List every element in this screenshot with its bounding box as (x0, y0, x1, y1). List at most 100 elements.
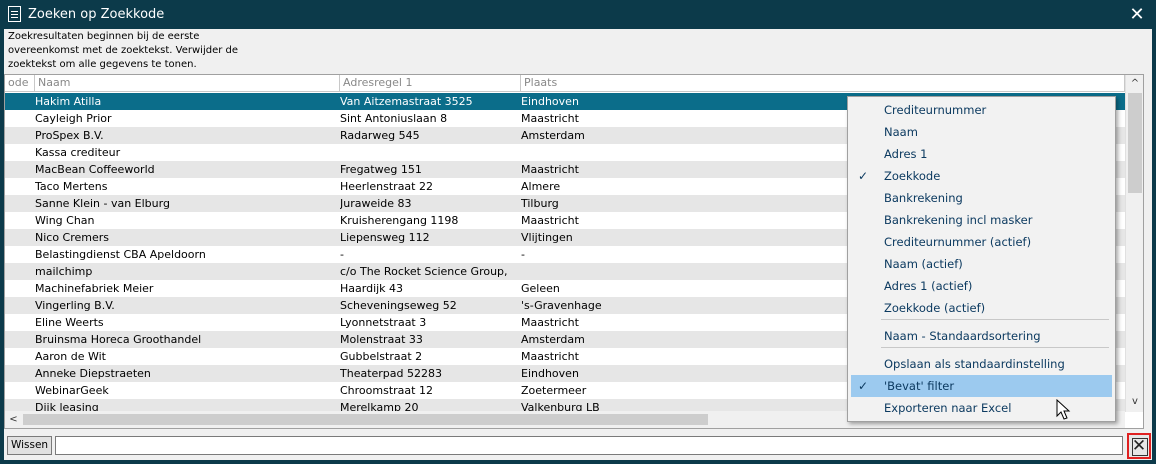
row-name: Aaron de Wit (35, 350, 106, 363)
context-menu: Crediteurnummer Naam Adres 1 ✓ Zoekkode Bankr… (847, 96, 1116, 422)
menu-item[interactable]: Bankrekening (851, 187, 1112, 209)
row-city: Almere (521, 180, 561, 193)
row-name: Eline Weerts (35, 316, 104, 329)
row-city: - (521, 248, 525, 261)
row-address: Chroomstraat 12 (340, 384, 433, 397)
menu-item-label: Crediteurnummer (actief) (884, 235, 1032, 249)
menu-item-label: Adres 1 (884, 147, 928, 161)
title-bar: Zoeken op Zoekkode ✕ (0, 0, 1156, 29)
row-address: Molenstraat 33 (340, 333, 423, 346)
row-address: Scheveningseweg 52 (340, 299, 457, 312)
row-name: Sanne Klein - van Elburg (35, 197, 170, 210)
menu-item[interactable]: Exporteren naar Excel (851, 397, 1112, 419)
menu-item[interactable]: Zoekkode (actief) (851, 297, 1112, 319)
scroll-left-icon[interactable]: < (5, 411, 22, 428)
row-address: Theaterpad 52283 (340, 367, 442, 380)
menu-item-label: Exporteren naar Excel (884, 401, 1012, 415)
row-name: Taco Mertens (35, 180, 108, 193)
row-address: Juraweide 83 (340, 197, 412, 210)
menu-separator (881, 347, 1109, 348)
close-box-icon: ✕ (1131, 436, 1147, 456)
checkmark-icon: ✓ (858, 169, 869, 183)
menu-item[interactable]: ✓ Zoekkode (851, 165, 1112, 187)
menu-item[interactable]: Adres 1 (actief) (851, 275, 1112, 297)
horizontal-scroll-thumb[interactable] (23, 414, 708, 425)
search-dialog: Zoeken op Zoekkode ✕ Zoekresultaten begi… (0, 0, 1156, 464)
checkmark-icon: ✓ (858, 379, 869, 393)
row-city: Zoetermeer (521, 384, 587, 397)
row-name: ProSpex B.V. (35, 129, 104, 142)
row-name: MacBean Coffeeworld (35, 163, 155, 176)
menu-item-label: Crediteurnummer (884, 103, 987, 117)
menu-item[interactable]: Opslaan als standaardinstelling (851, 353, 1112, 375)
row-name: Cayleigh Prior (35, 112, 112, 125)
column-header-code[interactable]: ode (5, 75, 35, 92)
menu-item-label: 'Bevat' filter (884, 379, 955, 393)
row-city: Tilburg (521, 197, 559, 210)
menu-item[interactable]: Naam - Standaardsortering (851, 325, 1112, 347)
row-city: Amsterdam (521, 333, 585, 346)
row-address: c/o The Rocket Science Group, (340, 265, 508, 278)
row-city: Maastricht (521, 214, 579, 227)
row-city: 's-Gravenhage (521, 299, 602, 312)
row-address: Sint Antoniuslaan 8 (340, 112, 448, 125)
row-address: Liepensweg 112 (340, 231, 430, 244)
menu-item[interactable]: Naam (851, 121, 1112, 143)
menu-item-label: Zoekkode (actief) (884, 301, 986, 315)
column-header-naam[interactable]: Naam (35, 75, 340, 92)
menu-item[interactable]: Naam (actief) (851, 253, 1112, 275)
close-icon[interactable]: ✕ (1118, 0, 1156, 29)
menu-item-label: Bankrekening incl masker (884, 213, 1033, 227)
scroll-down-icon[interactable]: v (1126, 393, 1143, 410)
row-name: Kassa crediteur (35, 146, 121, 159)
row-city: Geleen (521, 282, 560, 295)
row-name: mailchimp (35, 265, 93, 278)
menu-item-label: Adres 1 (actief) (884, 279, 973, 293)
row-name: Anneke Diepstraeten (35, 367, 151, 380)
column-header-plaats[interactable]: Plaats (521, 75, 1125, 92)
mouse-cursor-icon (1056, 399, 1071, 420)
menu-item[interactable]: Adres 1 (851, 143, 1112, 165)
close-search-button[interactable]: ✕ (1127, 433, 1151, 459)
vertical-scrollbar[interactable]: ^ v (1125, 75, 1143, 412)
row-city: Eindhoven (521, 95, 579, 108)
search-input[interactable] (55, 436, 1123, 455)
bottom-bar: Wissen ✕ (4, 432, 1152, 460)
row-address: Radarweg 545 (340, 129, 420, 142)
menu-item-label: Bankrekening (884, 191, 963, 205)
row-city: Vlijtingen (521, 231, 573, 244)
row-city: Maastricht (521, 316, 579, 329)
vertical-scroll-thumb[interactable] (1128, 93, 1142, 193)
hint-text: Zoekresultaten beginnen bij de eerste ov… (8, 31, 239, 70)
row-address: Gubbelstraat 2 (340, 350, 423, 363)
menu-item[interactable]: Crediteurnummer (actief) (851, 231, 1112, 253)
scroll-up-icon[interactable]: ^ (1126, 75, 1143, 92)
row-name: Machinefabriek Meier (35, 282, 154, 295)
menu-item-label: Opslaan als standaardinstelling (884, 357, 1065, 371)
row-address: Lyonnetstraat 3 (340, 316, 427, 329)
row-name: Belastingdienst CBA Apeldoorn (35, 248, 206, 261)
menu-item[interactable]: Crediteurnummer (851, 99, 1112, 121)
row-name: Vingerling B.V. (35, 299, 115, 312)
row-city: Maastricht (521, 163, 579, 176)
row-city: Maastricht (521, 350, 579, 363)
column-header-adresregel[interactable]: Adresregel 1 (340, 75, 521, 92)
row-address: Kruisherengang 1198 (340, 214, 459, 227)
row-name: WebinarGeek (35, 384, 109, 397)
row-address: - (340, 248, 344, 261)
menu-separator (881, 319, 1109, 320)
row-address: Haardijk 43 (340, 282, 404, 295)
row-city (521, 263, 851, 280)
row-address: Heerlenstraat 22 (340, 180, 433, 193)
menu-item-label: Zoekkode (884, 169, 941, 183)
window-title: Zoeken op Zoekkode (28, 7, 165, 22)
menu-item[interactable]: ✓ 'Bevat' filter (851, 375, 1112, 397)
row-name: Nico Cremers (35, 231, 110, 244)
menu-item-label: Naam (884, 125, 918, 139)
clear-button[interactable]: Wissen (7, 436, 52, 455)
row-name: Wing Chan (35, 214, 95, 227)
menu-item[interactable]: Bankrekening incl masker (851, 209, 1112, 231)
row-address: Van Aitzemastraat 3525 (340, 95, 473, 108)
row-name: Bruinsma Horeca Groothandel (35, 333, 202, 346)
row-city: Amsterdam (521, 129, 585, 142)
